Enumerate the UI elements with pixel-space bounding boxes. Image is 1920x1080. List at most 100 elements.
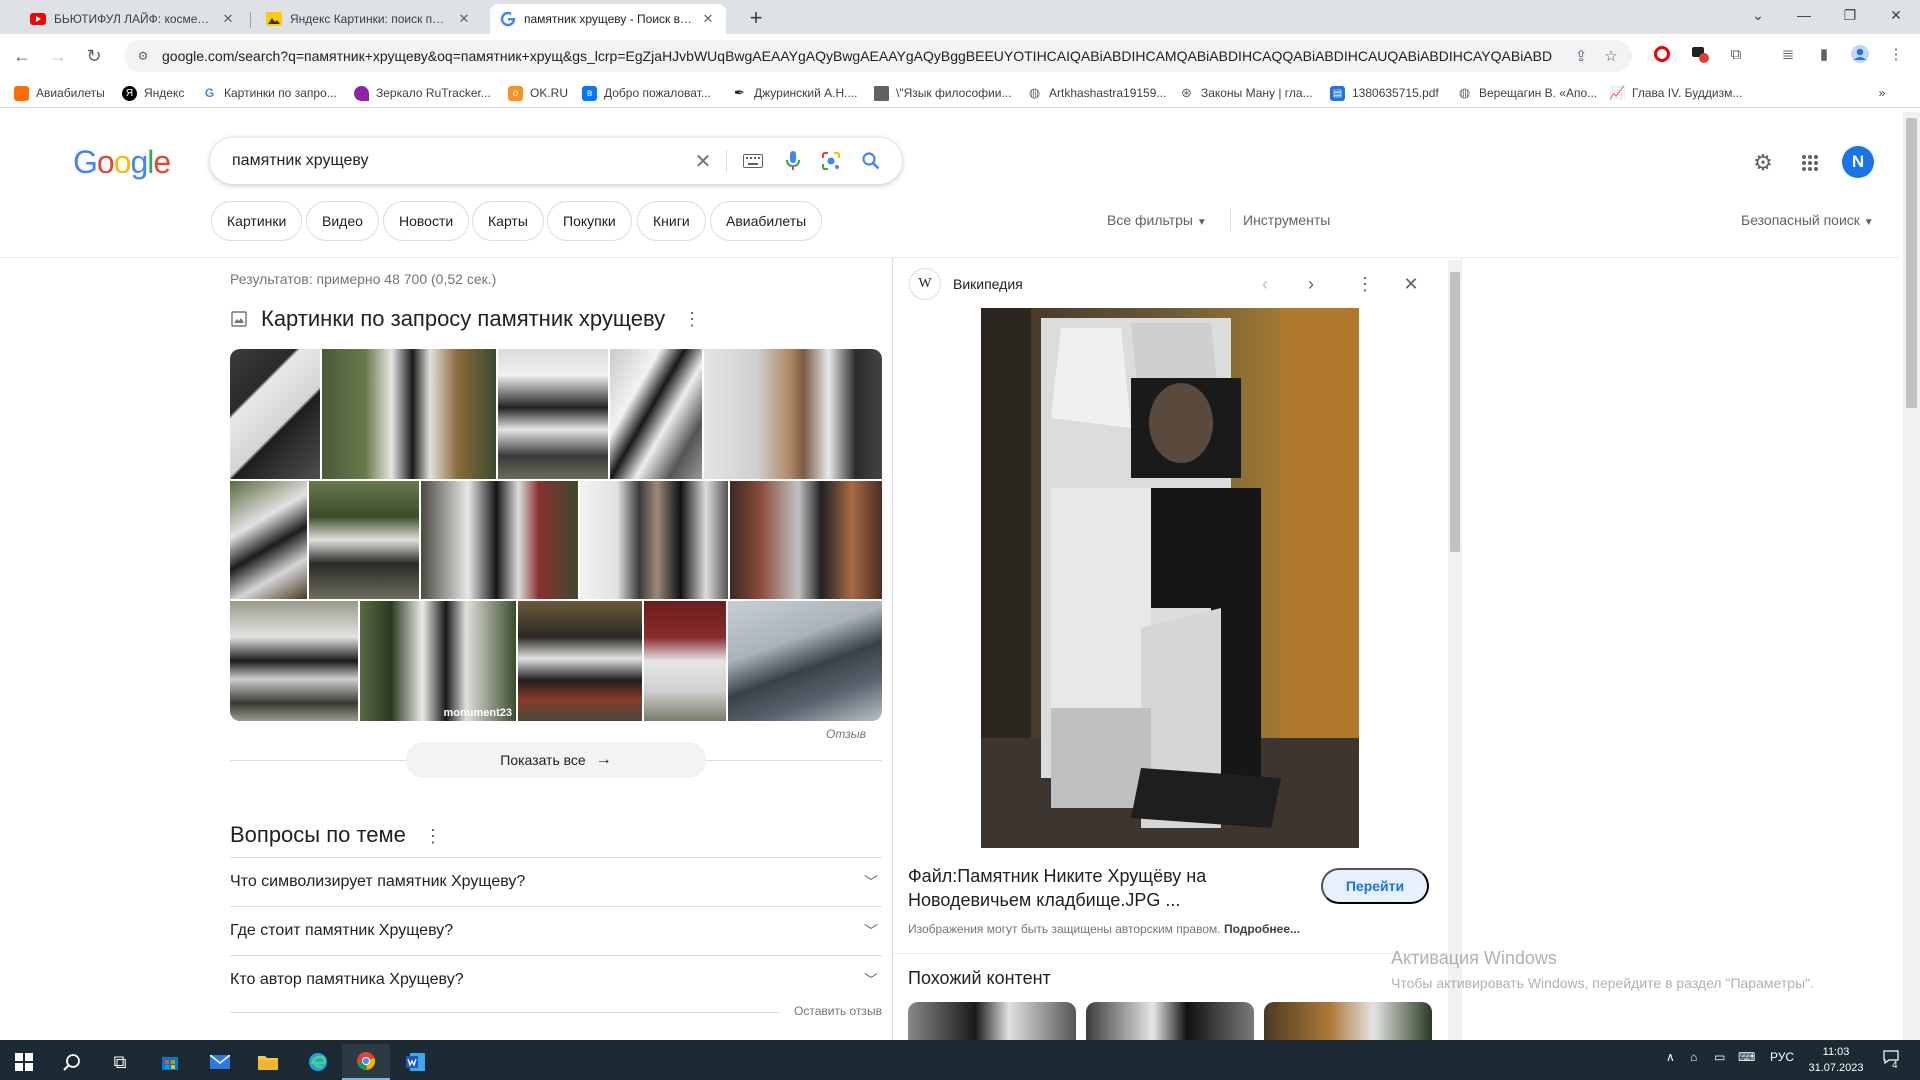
search-icon[interactable]: [48, 1044, 96, 1080]
network-icon[interactable]: ⌂: [1690, 1050, 1697, 1064]
more-options-icon[interactable]: ⋮: [1353, 272, 1377, 296]
safe-search-dropdown[interactable]: Безопасный поиск ▼: [1741, 212, 1874, 228]
extension-badge-icon[interactable]: [1690, 44, 1710, 64]
more-link[interactable]: Подробнее...: [1224, 922, 1300, 936]
back-icon[interactable]: ←: [10, 44, 34, 68]
question-row[interactable]: Где стоит памятник Хрущеву? ﹀: [230, 906, 882, 955]
close-tab-icon[interactable]: ✕: [220, 11, 236, 27]
search-input[interactable]: памятник хрущеву: [232, 152, 369, 170]
bookmark-item[interactable]: G Картинки по запро...: [202, 84, 337, 102]
tab-beautiful-life[interactable]: БЬЮТИФУЛ ЛАЙФ: косметолог ✕: [20, 4, 246, 34]
monitor-icon[interactable]: ▭: [1714, 1050, 1725, 1064]
image-thumbnail[interactable]: [728, 601, 882, 721]
similar-image[interactable]: [908, 1002, 1076, 1040]
lens-icon[interactable]: [820, 150, 842, 172]
image-thumbnail[interactable]: [610, 349, 702, 479]
bookmark-item[interactable]: ⊛ Законы Ману | гла...: [1179, 84, 1313, 102]
bookmark-item[interactable]: Зеркало RuTracker...: [354, 84, 491, 102]
side-panel-icon[interactable]: ▮: [1814, 44, 1834, 64]
question-row[interactable]: Кто автор памятника Хрущеву? ﹀: [230, 955, 882, 1004]
task-view-icon[interactable]: ⧉: [96, 1044, 144, 1080]
close-window-icon[interactable]: ✕: [1874, 0, 1918, 30]
tab-google-search[interactable]: памятник хрущеву - Поиск в Google ✕: [490, 4, 726, 34]
language-indicator[interactable]: РУС: [1770, 1050, 1794, 1064]
preview-image[interactable]: [981, 308, 1359, 848]
image-thumbnail[interactable]: [580, 481, 728, 599]
restore-icon[interactable]: ❐: [1828, 0, 1872, 30]
similar-image[interactable]: [1264, 1002, 1432, 1040]
previous-icon[interactable]: ‹: [1253, 272, 1277, 296]
close-tab-icon[interactable]: ✕: [456, 11, 472, 27]
goto-button[interactable]: Перейти: [1321, 868, 1429, 904]
edge-icon[interactable]: [294, 1044, 342, 1080]
image-thumbnail[interactable]: [644, 601, 726, 721]
profile-icon[interactable]: [1850, 44, 1870, 64]
opera-icon[interactable]: [1652, 44, 1672, 64]
more-options-icon[interactable]: ⋮: [683, 309, 701, 330]
chip-books[interactable]: Книги: [637, 201, 706, 241]
apps-grid-icon[interactable]: [1798, 151, 1822, 175]
feedback-link[interactable]: Отзыв: [826, 727, 866, 741]
chip-news[interactable]: Новости: [383, 201, 470, 241]
chip-video[interactable]: Видео: [306, 201, 379, 241]
keyboard-icon[interactable]: [742, 150, 764, 172]
menu-icon[interactable]: ⋮: [1886, 44, 1906, 64]
clock[interactable]: 11:03 31.07.2023: [1806, 1044, 1866, 1076]
image-thumbnail[interactable]: [230, 349, 320, 479]
url-text[interactable]: google.com/search?q=памятник+хрущеву&oq=…: [162, 48, 1552, 64]
bookmark-star-icon[interactable]: ☆: [1602, 47, 1620, 65]
settings-gear-icon[interactable]: ⚙: [1751, 150, 1775, 175]
windows-start-icon[interactable]: [0, 1044, 48, 1080]
forward-icon[interactable]: →: [46, 44, 70, 68]
clear-icon[interactable]: ✕: [692, 150, 714, 173]
panel-scrollbar[interactable]: [1448, 260, 1462, 1040]
image-thumbnail[interactable]: [230, 601, 358, 721]
word-icon[interactable]: [392, 1044, 440, 1080]
next-icon[interactable]: ›: [1299, 272, 1323, 296]
more-options-icon[interactable]: ⋮: [424, 826, 442, 847]
image-thumbnail[interactable]: [518, 601, 642, 721]
voice-search-icon[interactable]: [782, 150, 804, 172]
bookmark-item[interactable]: ◍ Верещагин В. «Апо...: [1457, 84, 1597, 102]
bookmark-item[interactable]: 📈 Глава IV. Буддизм...: [1609, 84, 1742, 102]
page-scrollbar[interactable]: [1903, 112, 1920, 1040]
image-thumbnail[interactable]: [230, 481, 307, 599]
chrome-icon[interactable]: [342, 1044, 390, 1080]
image-title-link[interactable]: Файл:Памятник Никите Хрущёву на Новодеви…: [908, 864, 1248, 912]
new-tab-button[interactable]: +: [742, 5, 770, 30]
bookmark-item[interactable]: ◍ Artkhashastra19159...: [1027, 84, 1166, 102]
image-thumbnail[interactable]: [421, 481, 578, 599]
all-filters-dropdown[interactable]: Все фильтры ▼: [1107, 212, 1207, 228]
reload-icon[interactable]: ↻: [82, 44, 106, 68]
chip-images[interactable]: Картинки: [211, 201, 303, 241]
source-name[interactable]: Википедия: [953, 276, 1023, 292]
account-avatar[interactable]: N: [1842, 146, 1874, 178]
tab-yandex-images[interactable]: Яндекс Картинки: поиск похож ✕: [256, 4, 482, 34]
minimize-icon[interactable]: —: [1782, 0, 1826, 30]
scroll-thumb[interactable]: [1906, 118, 1917, 408]
file-explorer-icon[interactable]: [244, 1044, 292, 1080]
bookmark-item[interactable]: в Добро пожаловат...: [582, 84, 711, 102]
image-thumbnail[interactable]: [322, 349, 496, 479]
image-thumbnail[interactable]: monument23: [360, 601, 516, 721]
store-icon[interactable]: [146, 1044, 194, 1080]
bookmark-item[interactable]: ▤ 1380635715.pdf: [1330, 84, 1439, 102]
similar-image[interactable]: [1086, 1002, 1254, 1040]
more-bookmarks-icon[interactable]: »: [1872, 84, 1892, 102]
bookmark-item[interactable]: Авиабилеты: [14, 84, 105, 102]
image-thumbnail[interactable]: [730, 481, 882, 599]
keyboard-icon[interactable]: ⌨: [1738, 1050, 1755, 1064]
bookmark-item[interactable]: о OK.RU: [508, 84, 568, 102]
question-row[interactable]: Что символизирует памятник Хрущеву? ﹀: [230, 857, 882, 906]
bookmark-item[interactable]: ✒ Джуринский А.Н....: [732, 84, 858, 102]
chip-shopping[interactable]: Покупки: [547, 201, 632, 241]
address-bar[interactable]: ⚙ google.com/search?q=памятник+хрущеву&o…: [124, 40, 1632, 72]
show-all-button[interactable]: Показать все →: [406, 742, 706, 778]
site-info-icon[interactable]: ⚙: [134, 47, 152, 65]
google-logo[interactable]: Google: [73, 144, 171, 181]
chip-flights[interactable]: Авиабилеты: [710, 201, 823, 241]
bookmark-item[interactable]: \"Язык философии...: [874, 84, 1011, 102]
tab-search-icon[interactable]: ⌄: [1736, 0, 1780, 30]
image-thumbnail[interactable]: [309, 481, 419, 599]
extensions-icon[interactable]: ⧉: [1726, 44, 1746, 64]
